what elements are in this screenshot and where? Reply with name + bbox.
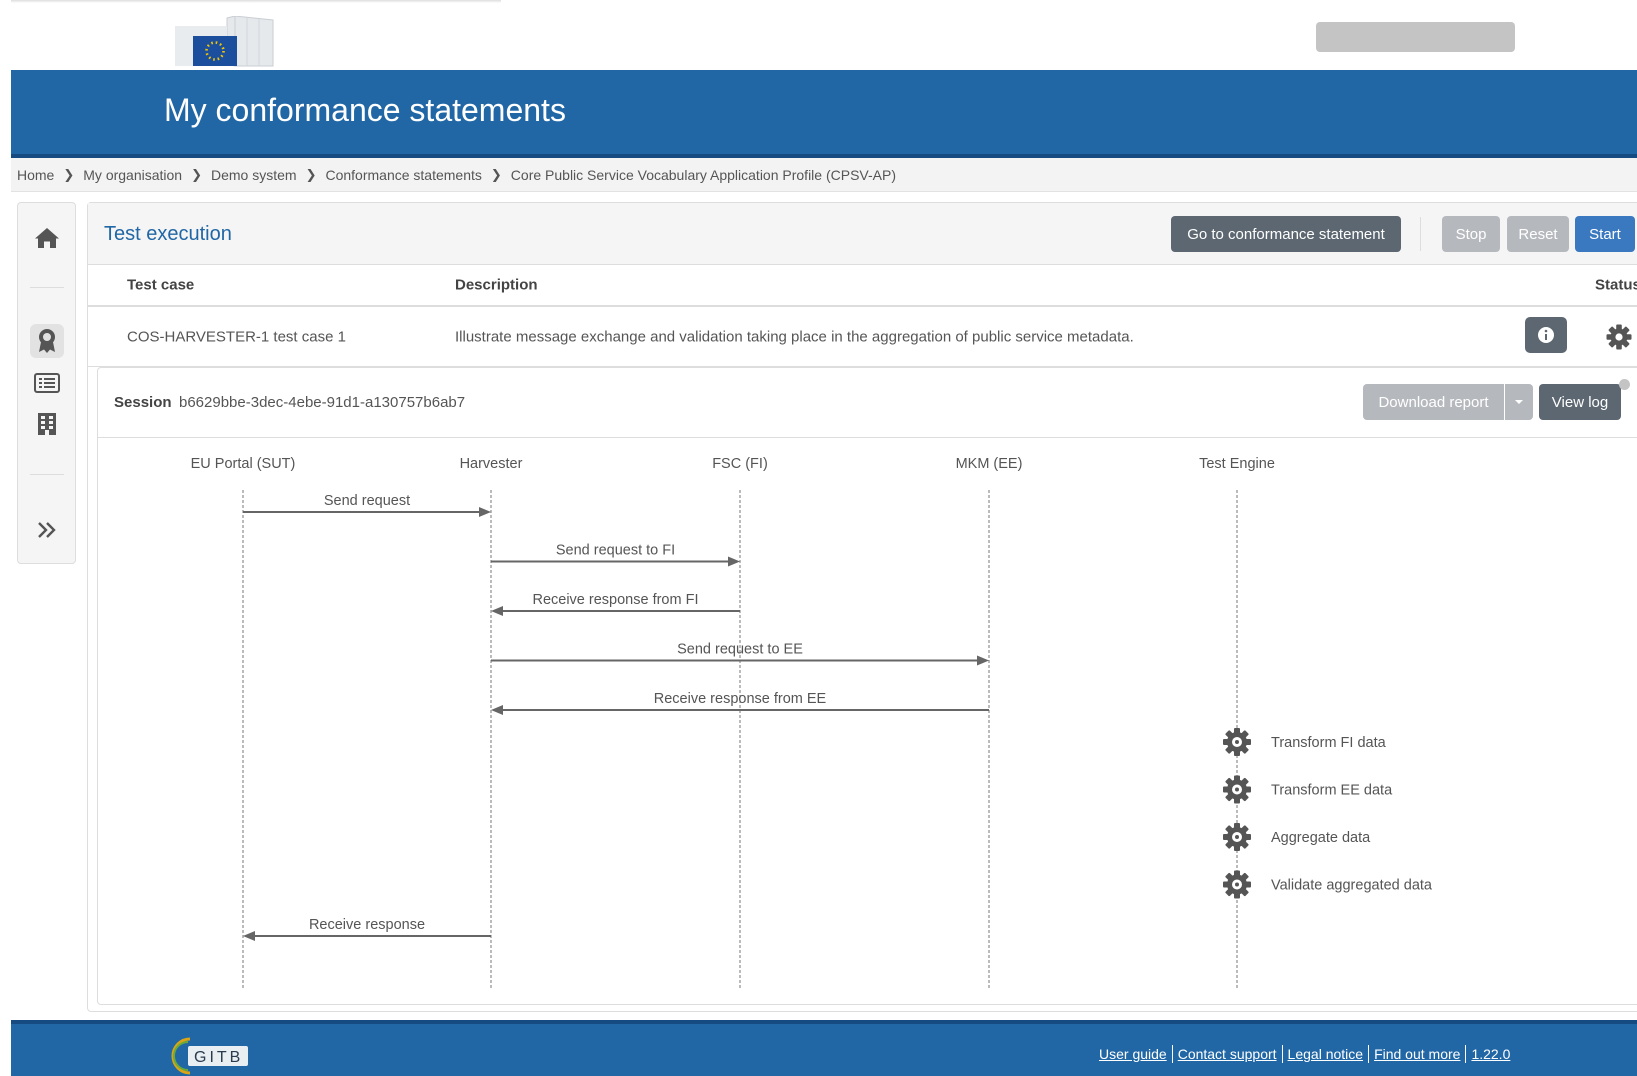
message-label: Receive response (309, 917, 425, 933)
breadcrumb-specification[interactable]: Core Public Service Vocabulary Applicati… (511, 167, 896, 183)
organisation-building-icon (38, 413, 56, 435)
session-id: b6629bbe-3dec-4ebe-91d1-a130757b6ab7 (179, 394, 466, 411)
arrow-head-icon (728, 556, 740, 567)
sidebar-item-list[interactable] (30, 366, 64, 400)
arrow-head-icon (977, 655, 989, 666)
sidebar-expand-button[interactable] (30, 513, 64, 547)
link-separator (1171, 1045, 1173, 1063)
go-to-conformance-statement-button[interactable]: Go to conformance statement (1171, 216, 1401, 252)
find-out-more-link[interactable]: Find out more (1374, 1046, 1460, 1062)
panel-title: Test execution (104, 223, 232, 245)
contact-support-link[interactable]: Contact support (1178, 1046, 1277, 1062)
arrow-head-icon (491, 705, 503, 715)
header-test-case: Test case (127, 276, 195, 294)
page-banner: My conformance statements (11, 70, 1637, 158)
nav-divider (30, 287, 64, 288)
message-label: Receive response from FI (532, 592, 698, 608)
svg-text:GITB: GITB (194, 1049, 243, 1066)
expand-chevrons-icon (38, 522, 56, 538)
test-case-name: COS-HARVESTER-1 test case 1 (127, 328, 346, 345)
chevron-right-icon: ❯ (305, 166, 317, 182)
gear-icon (1223, 870, 1251, 899)
gear-icon (1223, 728, 1251, 756)
breadcrumb-home[interactable]: Home (17, 167, 54, 183)
session-label: Session (114, 394, 172, 411)
side-navigation (17, 202, 76, 564)
page-title: My conformance statements (164, 92, 566, 128)
arrow-head-icon (243, 931, 255, 941)
breadcrumb-statements[interactable]: Conformance statements (325, 167, 481, 183)
top-shadow (11, 0, 501, 3)
panel-header: Test execution Go to conformance stateme… (88, 203, 1637, 265)
user-guide-link[interactable]: User guide (1099, 1046, 1167, 1062)
chevron-right-icon: ❯ (63, 166, 75, 182)
test-case-table-header: Test case Description Status (88, 265, 1637, 307)
message-label: Send request to EE (677, 642, 803, 658)
breadcrumb-organisation[interactable]: My organisation (83, 167, 182, 183)
link-separator (1281, 1045, 1283, 1063)
download-report-button[interactable]: Download report (1363, 384, 1504, 420)
session-header: Session b6629bbe-3dec-4ebe-91d1-a130757b… (98, 368, 1637, 438)
arrow-head-icon (479, 507, 491, 517)
gear-icon (1223, 823, 1251, 851)
header-status: Status (1595, 276, 1637, 294)
session-panel: Session b6629bbe-3dec-4ebe-91d1-a130757b… (97, 367, 1637, 1005)
link-separator (1465, 1045, 1467, 1063)
view-log-button[interactable]: View log (1539, 384, 1621, 420)
legal-notice-link[interactable]: Legal notice (1288, 1046, 1364, 1062)
link-separator (1368, 1045, 1370, 1063)
download-options-dropdown[interactable] (1505, 384, 1533, 420)
header-description: Description (455, 276, 538, 294)
home-icon (35, 228, 59, 248)
info-icon (1538, 327, 1554, 343)
table-row: COS-HARVESTER-1 test case 1 Illustrate m… (88, 307, 1637, 367)
start-button[interactable]: Start (1575, 216, 1635, 252)
button-separator (1420, 217, 1421, 251)
sidebar-item-conformance[interactable] (30, 324, 64, 358)
reset-button[interactable]: Reset (1507, 216, 1569, 252)
stop-button[interactable]: Stop (1442, 216, 1500, 252)
actor-label: EU Portal (SUT) (191, 456, 296, 472)
gear-icon (1223, 775, 1251, 804)
user-menu-placeholder[interactable] (1316, 22, 1515, 52)
nav-divider (30, 474, 64, 475)
test-case-description: Illustrate message exchange and validati… (455, 328, 1134, 345)
step-label: Aggregate data (1271, 830, 1371, 846)
test-case-info-button[interactable] (1525, 317, 1567, 353)
conformance-badge-icon (39, 329, 55, 353)
message-label: Receive response from EE (654, 691, 827, 707)
sidebar-item-organisation[interactable] (30, 407, 64, 441)
page-footer: GITB User guide Contact support Legal no… (11, 1020, 1637, 1076)
step-label: Validate aggregated data (1271, 878, 1433, 894)
message-label: Send request (324, 493, 410, 509)
list-icon (34, 373, 60, 393)
log-indicator-dot (1619, 379, 1630, 390)
actor-label: MKM (EE) (956, 456, 1023, 472)
caret-down-icon (1515, 400, 1523, 404)
footer-links: User guide Contact support Legal notice … (1099, 1045, 1510, 1063)
actor-label: Test Engine (1199, 456, 1275, 472)
sidebar-item-home[interactable] (30, 221, 64, 255)
gitb-logo: GITB (171, 1037, 248, 1075)
breadcrumb: Home ❯ My organisation ❯ Demo system ❯ C… (11, 158, 1637, 192)
sequence-diagram: EU Portal (SUT) Harvester FSC (FI) MKM (EE)… (191, 456, 1433, 990)
arrow-head-icon (491, 606, 503, 616)
chevron-right-icon: ❯ (191, 166, 202, 182)
breadcrumb-system[interactable]: Demo system (211, 167, 297, 183)
european-commission-logo (175, 16, 274, 67)
status-gear-icon (1606, 324, 1632, 350)
top-bar (11, 0, 1637, 70)
message-label: Send request to FI (556, 543, 675, 559)
step-label: Transform FI data (1271, 735, 1387, 751)
test-execution-panel: Test execution Go to conformance stateme… (87, 202, 1637, 1012)
actor-label: Harvester (460, 456, 523, 472)
version-link[interactable]: 1.22.0 (1471, 1046, 1510, 1062)
actor-label: FSC (FI) (712, 456, 768, 472)
step-label: Transform EE data (1271, 783, 1393, 799)
chevron-right-icon: ❯ (490, 166, 502, 182)
